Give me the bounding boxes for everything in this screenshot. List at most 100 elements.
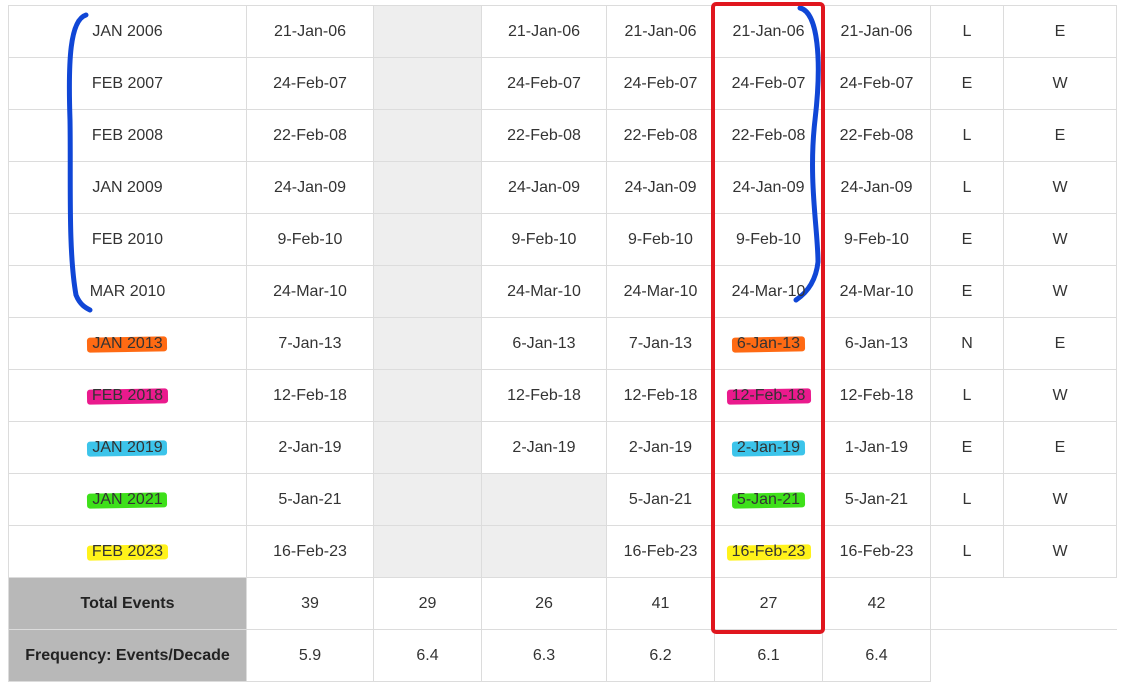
cell-text: W (1052, 74, 1068, 92)
cell-text: W (1052, 230, 1068, 248)
table-row: JAN 2021 5-Jan-21 5-Jan-21 5-Jan-21 5-Jan-21… (8, 473, 1117, 526)
empty-cell (930, 577, 1117, 630)
cell-text: 22-Feb-08 (623, 126, 698, 144)
table-cell: 16-Feb-23 (246, 525, 374, 578)
cell-text: 9-Feb-10 (511, 230, 577, 248)
cell-value: E (960, 439, 975, 457)
table-cell: 21-Jan-06 (606, 5, 715, 58)
cell-text: 24-Jan-09 (273, 178, 347, 196)
table-cell: 2-Jan-19 (714, 421, 823, 474)
cell-text: JAN 2009 (92, 178, 163, 196)
cell-text: W (1052, 542, 1068, 560)
cell-text: E (961, 282, 973, 300)
cell-value: 24-Jan-09 (838, 179, 914, 197)
cell-text: L (962, 178, 972, 196)
cell-value: 9-Feb-10 (626, 231, 695, 249)
cell-text: 6-Jan-13 (512, 334, 576, 352)
cell-text: L (962, 386, 972, 404)
table-cell: 21-Jan-06 (246, 5, 374, 58)
cell-text: 16-Feb-23 (731, 542, 806, 560)
cell-text: 24-Feb-07 (507, 74, 581, 92)
cell-text: 12-Feb-18 (839, 386, 914, 404)
table-cell (373, 5, 482, 58)
table-row: FEB 2023 16-Feb-23 16-Feb-23 16-Feb-23 16-Fe… (8, 525, 1117, 578)
cell-value: 24-Mar-10 (838, 283, 916, 301)
table-cell: 6-Jan-13 (481, 317, 607, 370)
cell-text: 16-Feb-23 (623, 542, 698, 560)
table-cell: 2-Jan-19 (481, 421, 607, 474)
table-cell: 5-Jan-21 (606, 473, 715, 526)
cell-value: E (960, 231, 975, 249)
table-cell: 24-Jan-09 (606, 161, 715, 214)
table-cell: 12-Feb-18 (481, 369, 607, 422)
row-label: JAN 2019 (87, 438, 168, 457)
cell-value: 7-Jan-13 (276, 335, 343, 353)
cell-text: JAN 2019 (92, 438, 163, 456)
cell-value: 24-Mar-10 (730, 283, 808, 301)
table-cell: 9-Feb-10 (481, 213, 607, 266)
cell-value: 9-Feb-10 (734, 231, 803, 249)
cell-value: 21-Jan-06 (622, 23, 698, 41)
table-cell (373, 473, 482, 526)
table-cell: 22-Feb-08 (714, 109, 823, 162)
table-cell: 2-Jan-19 (246, 421, 374, 474)
cell-value: 2-Jan-19 (731, 439, 806, 457)
cell-value: 22-Feb-08 (622, 127, 700, 145)
table-cell: 24-Feb-07 (481, 57, 607, 110)
cell-text: MAR 2010 (89, 282, 166, 300)
cell-text: W (1052, 178, 1068, 196)
cell-value: W (1050, 387, 1069, 405)
cell-text: 7-Jan-13 (278, 334, 342, 352)
cell-text: 24-Feb-07 (623, 74, 698, 92)
cell-text: E (961, 74, 973, 92)
table-cell: 24-Jan-09 (714, 161, 823, 214)
cell-text: 22-Feb-08 (507, 126, 581, 144)
table-cell (373, 161, 482, 214)
table-cell: 24-Feb-07 (714, 57, 823, 110)
table-cell: 24-Feb-07 (246, 57, 374, 110)
table-cell: 12-Feb-18 (246, 369, 374, 422)
cell-value: 2-Jan-19 (510, 439, 577, 457)
cell-value: L (961, 23, 974, 41)
cell-value: 24-Mar-10 (622, 283, 700, 301)
cell-value: 6-Jan-13 (731, 334, 806, 353)
table-cell: E (930, 421, 1004, 474)
table-cell: E (1003, 109, 1117, 162)
table-cell: 7-Jan-13 (606, 317, 715, 370)
cell-value: 7-Jan-13 (627, 335, 694, 353)
table-cell: 16-Feb-23 (714, 525, 823, 578)
cell-value: W (1050, 543, 1069, 561)
cell-text: 24-Jan-09 (732, 178, 805, 196)
row-label: FEB 2023 (86, 543, 169, 561)
cell-value: L (961, 491, 974, 509)
cell-value: L (961, 387, 974, 405)
row-label-cell: FEB 2023 (8, 525, 247, 578)
table-row: FEB 2008 22-Feb-08 22-Feb-08 22-Feb-08 22-Fe… (8, 109, 1117, 162)
cell-text: 12-Feb-18 (507, 386, 581, 404)
table-cell: 22-Feb-08 (606, 109, 715, 162)
cell-text: 24-Feb-07 (839, 74, 914, 92)
cell-value: 21-Jan-06 (838, 23, 914, 41)
summary-label: Total Events (8, 577, 247, 630)
row-label-cell: JAN 2009 (8, 161, 247, 214)
cell-text: 9-Feb-10 (628, 230, 693, 248)
table-cell: 6-Jan-13 (822, 317, 931, 370)
table-row: JAN 2009 24-Jan-09 24-Jan-09 24-Jan-09 24-Ja… (8, 161, 1117, 214)
cell-text: JAN 2013 (92, 334, 163, 352)
table-cell: 24-Feb-07 (606, 57, 715, 110)
cell-value: 16-Feb-23 (726, 542, 811, 561)
cell-value: 24-Mar-10 (271, 283, 349, 301)
cell-text: 24-Mar-10 (273, 282, 347, 300)
cell-text: E (1054, 126, 1066, 144)
cell-value: W (1050, 75, 1069, 93)
summary-value: 6.4 (822, 629, 931, 682)
table-cell (373, 213, 482, 266)
table-cell: 24-Mar-10 (822, 265, 931, 318)
table-row: FEB 2010 9-Feb-10 9-Feb-10 9-Feb-10 9-Feb-10… (8, 213, 1117, 266)
cell-text: 6-Jan-13 (736, 334, 801, 352)
cell-text: JAN 2006 (92, 22, 163, 40)
cell-value: 24-Jan-09 (622, 179, 698, 197)
cell-text: 5-Jan-21 (278, 490, 342, 508)
table-cell: 16-Feb-23 (822, 525, 931, 578)
cell-text: 24-Jan-09 (624, 178, 697, 196)
